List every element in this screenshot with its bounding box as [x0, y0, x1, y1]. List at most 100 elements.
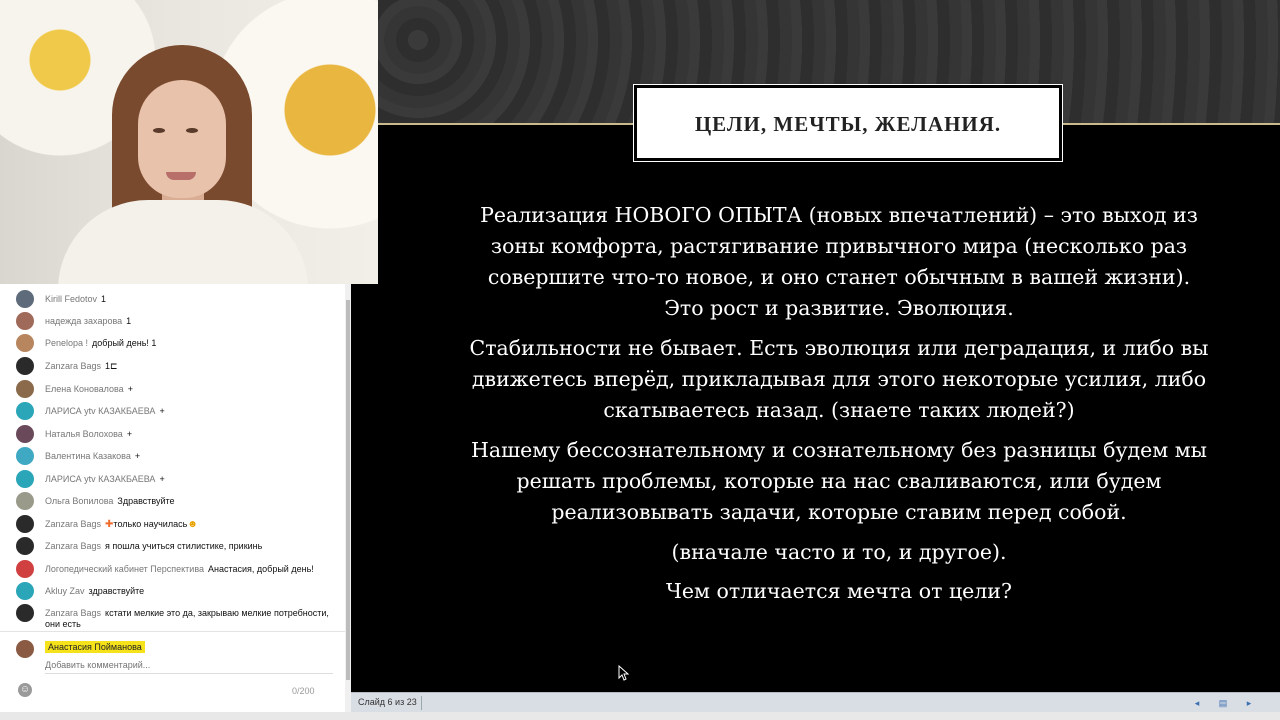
slide-text-line: реализовывать задачи, которые ставим пер… [551, 500, 1127, 524]
slide-paragraph: Нашему бессознательному и сознательному … [418, 435, 1260, 528]
status-divider [421, 696, 422, 710]
chat-author: Penelopa ! [45, 338, 89, 348]
slide-text-line: Чем отличается мечта от цели? [666, 579, 1012, 603]
chat-avatar [16, 357, 34, 375]
chat-avatar [16, 425, 34, 443]
slide-text-line: (вначале часто и то, и другое). [671, 540, 1007, 564]
chat-message-body: надежда захарова 1 [45, 316, 341, 327]
chat-message-body: Zanzara Bags кстати мелкие это да, закрыв… [45, 608, 341, 630]
slide-counter: Слайд 6 из 23 [358, 697, 417, 707]
chat-author: Логопедический кабинет Перспектива [45, 564, 205, 574]
presenter-face [138, 80, 226, 198]
chat-scrollbar-thumb[interactable] [346, 300, 350, 680]
presenter-eye [153, 128, 165, 133]
presenter-mouth [166, 172, 196, 180]
chat-author: Zanzara Bags [45, 608, 102, 618]
chat-author: Akluy Zav [45, 586, 85, 596]
chat-avatar [16, 447, 34, 465]
chat-author: Елена Коновалова [45, 384, 124, 394]
comment-input[interactable] [45, 659, 325, 671]
chat-avatar [16, 560, 34, 578]
chat-message-body: Zanzara Bags я пошла учиться стилистике, … [45, 541, 341, 552]
chat-message-body: ЛАРИСА ytv КАЗАКБАЕВА + [45, 474, 341, 485]
presenter-eye [186, 128, 198, 133]
chat-text: 1 [126, 316, 132, 326]
window-bottom-strip [0, 712, 1280, 720]
chat-text: только научилась [113, 519, 188, 529]
chat-message-body: Kirill Fedotov 1 [45, 294, 341, 305]
chat-author: надежда захарова [45, 316, 123, 326]
char-counter: 0/200 [292, 686, 315, 696]
chat-text: я пошла учиться стилистике, прикинь [105, 541, 263, 551]
comment-input-underline [45, 673, 333, 674]
chat-avatar [16, 582, 34, 600]
slide-paragraph: (вначале часто и то, и другое). [418, 537, 1260, 568]
chat-author: ЛАРИСА ytv КАЗАКБАЕВА [45, 474, 156, 484]
smile-icon[interactable]: ☺ [18, 683, 32, 697]
chat-author: Zanzara Bags [45, 541, 102, 551]
slide-text-line: совершите что-то новое, и оно станет обы… [487, 265, 1191, 289]
slide-text-line: Нашему бессознательному и сознательному … [470, 438, 1208, 462]
chat-message-body: Валентина Казакова + [45, 451, 341, 462]
slide-paragraph: Стабильности не бывает. Есть эволюция ил… [418, 333, 1260, 426]
chat-author: Ольга Вопилова [45, 496, 114, 506]
chat-message-body: Zanzara Bags 1⊏ [45, 361, 341, 372]
chat-message-body: Akluy Zav здравствуйте [45, 586, 341, 597]
chat-avatar [16, 312, 34, 330]
chat-text: здравствуйте [88, 586, 145, 596]
chat-text: 1 [101, 294, 107, 304]
chat-message-body: Елена Коновалова + [45, 384, 341, 395]
chat-text: + [127, 384, 133, 394]
chat-author: Валентина Казакова [45, 451, 131, 461]
slide-text-line: движетесь вперёд, прикладывая для этого … [471, 367, 1207, 391]
chat-author: ЛАРИСА ytv КАЗАКБАЕВА [45, 406, 156, 416]
chat-avatar [16, 515, 34, 533]
chat-avatar [16, 380, 34, 398]
chat-message-body: Наталья Волохова + [45, 429, 341, 440]
webcam-video [0, 0, 378, 284]
chat-divider [0, 631, 345, 632]
notes-icon[interactable]: ▤ [1217, 697, 1229, 709]
presentation-status-bar: Слайд 6 из 23 ◂ ▤ ▸ [351, 692, 1280, 713]
chat-message-body: ЛАРИСА ytv КАЗАКБАЕВА + [45, 406, 341, 417]
slide-title-box: ЦЕЛИ, МЕЧТЫ, ЖЕЛАНИЯ. [633, 84, 1063, 162]
chat-text: + [159, 406, 165, 416]
next-slide-icon[interactable]: ▸ [1243, 697, 1255, 709]
current-user-avatar [16, 640, 34, 658]
chat-message-list[interactable]: Kirill Fedotov 1 надежда захарова 1 Penelopa… [0, 286, 345, 629]
live-chat-panel: Kirill Fedotov 1 надежда захарова 1 Penelopa… [0, 284, 345, 720]
chat-avatar [16, 537, 34, 555]
chat-message-body: Логопедический кабинет Перспектива Анаста… [45, 564, 341, 575]
chat-text: 1⊏ [105, 361, 118, 371]
chat-text: + [159, 474, 165, 484]
chat-text: + [126, 429, 133, 439]
chat-message-body: Penelopa ! добрый день! 1 [45, 338, 341, 349]
slide-text-line: решать проблемы, которые на нас сваливаю… [516, 469, 1162, 493]
chat-author: Kirill Fedotov [45, 294, 98, 304]
chat-author: Наталья Волохова [45, 429, 123, 439]
chat-author: Zanzara Bags [45, 361, 102, 371]
chat-text: Анастасия, добрый день! [208, 564, 314, 574]
chat-avatar [16, 334, 34, 352]
slide-text-line: зоны комфорта, растягивание привычного м… [490, 234, 1188, 258]
chat-message-body: Ольга Вопилова Здравствуйте [45, 496, 341, 507]
chat-avatar [16, 492, 34, 510]
current-user-name: Анастасия Пойманова [45, 641, 145, 653]
slide-paragraph: Реализация НОВОГО ОПЫТА (новых впечатлен… [418, 200, 1260, 324]
chat-text: + [134, 451, 141, 461]
slide-title: ЦЕЛИ, МЕЧТЫ, ЖЕЛАНИЯ. [694, 112, 1002, 136]
slide-text-line: Реализация НОВОГО ОПЫТА (новых впечатлен… [480, 203, 1198, 227]
slide-text-line: Это рост и развитие. Эволюция. [664, 296, 1014, 320]
slide-text-line: Стабильности не бывает. Есть эволюция ил… [469, 336, 1209, 360]
chat-avatar [16, 290, 34, 308]
smiling-emoji-icon: ☻ [187, 519, 198, 530]
chat-text: Здравствуйте [117, 496, 175, 506]
chat-avatar [16, 402, 34, 420]
chat-avatar [16, 470, 34, 488]
chat-author: Zanzara Bags [45, 519, 102, 529]
slide-paragraph: Чем отличается мечта от цели? [418, 576, 1260, 607]
chat-text: добрый день! 1 [92, 338, 157, 348]
prev-slide-icon[interactable]: ◂ [1191, 697, 1203, 709]
slide-text-line: скатываетесь назад. (знаете таких людей?… [603, 398, 1075, 422]
presentation-slide: ЦЕЛИ, МЕЧТЫ, ЖЕЛАНИЯ. Реализация НОВОГО … [378, 0, 1280, 692]
